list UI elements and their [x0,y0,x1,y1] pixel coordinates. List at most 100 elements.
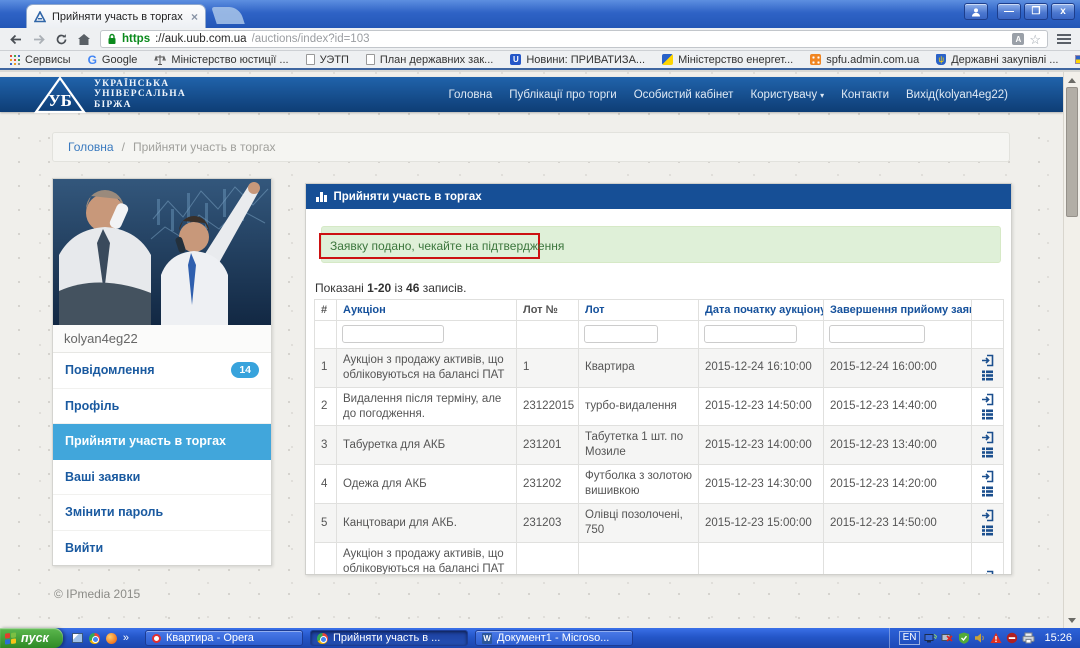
bookmark-justice-ministry[interactable]: Міністерство юстиції ... [154,54,288,66]
scrollbar-thumb[interactable] [1066,87,1078,217]
logo-triangle-icon: УБ [34,76,86,114]
quick-launch: » [63,632,138,644]
nav-logout[interactable]: Вихід(kolyan4eg22) [906,89,1008,101]
security-shield-icon[interactable] [958,632,970,644]
home-button[interactable] [77,33,91,46]
auctions-table: # Аукціон Лот № Лот Дата початку аукціон… [314,299,1004,575]
network-disconnected-icon[interactable] [941,632,954,644]
restore-button[interactable]: ❒ [1024,3,1048,20]
nav-for-user-dropdown[interactable]: Користувачу▾ [750,89,824,101]
nav-home[interactable]: Головна [449,89,493,101]
warning-icon[interactable] [990,632,1002,644]
chrome-icon [317,633,328,644]
enter-auction-icon[interactable] [981,509,994,522]
scroll-down-arrow[interactable] [1066,614,1078,626]
clock[interactable]: 15:26 [1044,632,1072,644]
col-deadline[interactable]: Завершення прийому заявок [824,300,972,321]
bookmark-star-icon[interactable]: ☆ [1029,33,1041,46]
printer-icon[interactable] [1022,632,1035,644]
back-button[interactable] [9,33,23,46]
filter-deadline-input[interactable] [829,325,925,343]
enter-auction-icon[interactable] [981,431,994,444]
new-tab-button[interactable] [211,7,245,24]
browser-scrollbar[interactable] [1063,72,1080,628]
volume-icon[interactable] [974,632,986,644]
address-bar[interactable]: https://auk.uub.com.ua/auctions/index?id… [100,30,1048,48]
bookmark-services[interactable]: Сервисы [10,54,71,66]
sidebar-item-your-bids[interactable]: Ваші заявки [53,460,271,496]
sidebar-item-logout[interactable]: Вийти [53,531,271,566]
col-auction[interactable]: Аукціон [337,300,517,321]
translate-icon[interactable]: A [1012,33,1024,45]
bookmark-privatization-news[interactable]: UНовини: ПРИВАТИЗА... [510,54,645,66]
messages-count-badge: 14 [231,362,259,378]
quick-launch-overflow[interactable]: » [123,632,129,644]
windows-flag-icon [5,632,16,644]
nav-publications[interactable]: Публікації про торги [509,89,616,101]
profile-button[interactable] [964,3,988,20]
alert-annotation-box: Заявку подано, чекайте на підтвердження [319,233,540,259]
bookmark-space-agency[interactable]: Державне космічне а... [1075,54,1080,66]
filter-start-date-input[interactable] [704,325,797,343]
col-lot[interactable]: Лот [579,300,699,321]
lot-list-icon[interactable] [981,369,994,382]
sidebar-username: kolyan4eg22 [53,325,271,353]
nav-contacts[interactable]: Контакти [841,89,889,101]
minimize-button[interactable]: — [997,3,1021,20]
task-word-document[interactable]: W Документ1 - Microso... [475,630,633,646]
sidebar-item-change-password[interactable]: Змінити пароль [53,495,271,531]
language-indicator[interactable]: EN [899,631,921,645]
lot-list-icon[interactable] [981,524,994,537]
sidebar-item-participate[interactable]: Прийняти участь в торгах [53,424,271,460]
bookmark-spfu[interactable]: spfu.admin.com.ua [810,54,919,66]
bookmark-energy-ministry[interactable]: Міністерство енергет... [662,54,793,66]
lot-list-icon[interactable] [981,446,994,459]
col-index: # [315,300,337,321]
tab-close-icon[interactable]: × [191,10,198,24]
https-lock-icon [107,33,117,45]
breadcrumb-separator: / [122,140,125,154]
bookmark-google[interactable]: GGoogle [88,53,138,67]
enter-auction-icon[interactable] [981,354,994,367]
reload-button[interactable] [55,33,68,46]
sidebar-item-profile[interactable]: Профіль [53,389,271,425]
filter-lot-input[interactable] [584,325,658,343]
col-start-date[interactable]: Дата початку аукціону [699,300,824,321]
close-button[interactable]: x [1051,3,1075,20]
lot-list-icon[interactable] [981,408,994,421]
news-icon: U [510,54,521,65]
panel-title: Прийняти участь в торгах [334,191,482,203]
chrome-icon[interactable] [89,633,100,644]
task-opera-window[interactable]: Квартира - Opera [145,630,303,646]
task-chrome-window[interactable]: Прийняти участь в ... [310,630,468,646]
chrome-menu-button[interactable] [1057,34,1071,44]
breadcrumb-home-link[interactable]: Головна [68,140,114,154]
success-alert: Заявку подано, чекайте на підтвердження [321,226,1001,263]
enter-auction-icon[interactable] [981,393,994,406]
filter-auction-input[interactable] [342,325,444,343]
forward-button[interactable] [32,33,46,46]
records-summary: Показані 1-20 із 46 записів. [315,281,466,295]
google-icon: G [88,53,97,67]
bookmark-uetp[interactable]: УЭТП [306,54,349,66]
nav-personal-cabinet[interactable]: Особистий кабінет [634,89,734,101]
table-row: 2 Видалення після терміну, але до погодж… [315,387,1004,426]
network-activity-icon[interactable] [924,632,937,644]
blocked-status-icon[interactable] [1006,632,1018,644]
page-viewport: УБ УКРАЇНСЬКА УНІВЕРСАЛЬНА БІРЖА Головна… [0,72,1063,628]
show-desktop-icon[interactable] [72,633,83,643]
window-titlebar: Прийняти участь в торгах × — ❒ x [0,0,1080,28]
panel-header: Прийняти участь в торгах [306,184,1011,209]
scroll-up-arrow[interactable] [1066,74,1078,86]
enter-auction-icon[interactable] [981,470,994,483]
bookmark-state-procurement[interactable]: ψДержавні закупівлі ... [936,54,1058,66]
lot-list-icon[interactable] [981,485,994,498]
sidebar-item-messages[interactable]: Повідомлення 14 [53,353,271,389]
site-logo[interactable]: УБ УКРАЇНСЬКА УНІВЕРСАЛЬНА БІРЖА [34,76,186,114]
start-button[interactable]: пуск [0,628,63,648]
browser-tab[interactable]: Прийняти участь в торгах × [26,4,206,28]
firefox-icon[interactable] [106,633,117,644]
bookmark-state-plan[interactable]: План державних зак... [366,54,493,66]
bar-chart-icon [316,192,327,202]
enter-auction-icon[interactable] [981,570,994,575]
